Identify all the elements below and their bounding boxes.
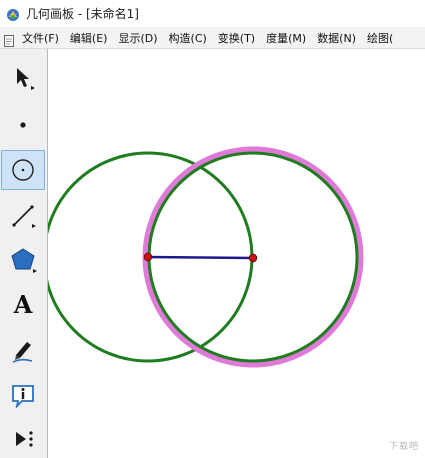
- menu-display[interactable]: 显示(D): [118, 30, 157, 46]
- arrow-icon: [8, 62, 38, 92]
- menu-file[interactable]: 文件(F): [22, 30, 59, 46]
- sketch-drawing: [48, 146, 364, 368]
- marker-tool[interactable]: [1, 330, 45, 370]
- polygon-icon: [8, 245, 38, 275]
- custom-tool[interactable]: [1, 419, 45, 458]
- sketchpad-app-icon: [6, 7, 20, 21]
- sketch-canvas[interactable]: 下载吧: [48, 49, 425, 458]
- compass-tool[interactable]: [1, 150, 45, 190]
- watermark: 下载吧: [388, 442, 419, 452]
- info-icon: [8, 380, 38, 410]
- circle-icon: [8, 155, 38, 185]
- segment-ab[interactable]: [147, 255, 254, 260]
- document-icon[interactable]: [4, 32, 14, 47]
- polygon-tool[interactable]: [1, 240, 45, 280]
- menu-measure[interactable]: 度量(M): [266, 30, 306, 46]
- point-b[interactable]: [248, 253, 258, 263]
- menu-transform[interactable]: 变换(T): [218, 30, 255, 46]
- menu-bar: 文件(F) 编辑(E) 显示(D) 构造(C) 变换(T) 度量(M) 数据(N…: [0, 27, 425, 49]
- custom-play-icon: [8, 424, 38, 454]
- menu-construct[interactable]: 构造(C): [169, 30, 207, 46]
- window-title: 几何画板 - [未命名1]: [26, 7, 139, 21]
- menu-edit[interactable]: 编辑(E): [70, 30, 108, 46]
- information-tool[interactable]: [1, 375, 45, 415]
- text-tool[interactable]: A: [1, 285, 45, 325]
- toolbox: A: [0, 49, 48, 458]
- straightedge-tool[interactable]: [1, 195, 45, 235]
- segment-icon: [8, 200, 38, 230]
- menu-data[interactable]: 数据(N): [317, 30, 356, 46]
- text-icon: A: [13, 290, 33, 319]
- point-icon: [8, 110, 38, 140]
- point-tool[interactable]: [1, 105, 45, 145]
- arrow-select-tool[interactable]: [1, 57, 45, 97]
- title-bar: 几何画板 - [未命名1]: [0, 0, 425, 27]
- menu-graph[interactable]: 绘图(: [367, 30, 393, 46]
- pen-icon: [8, 335, 38, 365]
- point-a[interactable]: [143, 252, 153, 262]
- geometers-sketchpad-window: 几何画板 - [未命名1] 文件(F) 编辑(E) 显示(D) 构造(C) 变换…: [0, 0, 425, 458]
